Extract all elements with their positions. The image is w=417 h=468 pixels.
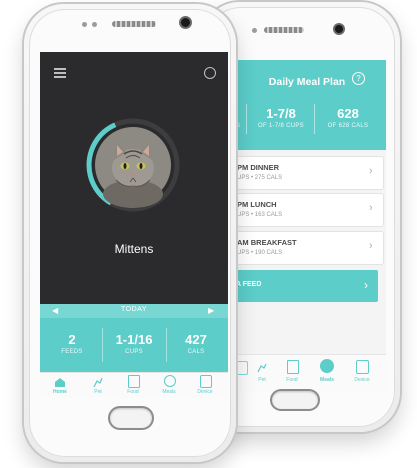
add-feed-label: A FEED xyxy=(236,281,262,288)
bottom-nav: Home Pet Food Meals Device xyxy=(40,372,228,398)
progress-ring xyxy=(86,118,180,212)
meal-card-lunch[interactable]: PM LUNCH UPS • 163 CALS › xyxy=(232,193,384,227)
pet-name: Mittens xyxy=(114,242,154,256)
header-title: Daily Meal Plan xyxy=(268,76,346,88)
nav-label: Food xyxy=(127,389,139,395)
nav-label: Device xyxy=(354,377,370,383)
sensor-dot xyxy=(252,28,257,33)
chevron-left-icon[interactable]: ◀ xyxy=(52,304,58,318)
hamburger-menu-icon[interactable] xyxy=(54,68,66,78)
date-label: TODAY xyxy=(121,306,147,313)
circle-settings-icon[interactable] xyxy=(204,67,216,79)
meals-icon[interactable] xyxy=(164,375,176,387)
front-phone-screen: Mittens ◀ TODAY ▶ 2 FEEDS 1-1/16 CUPS 42… xyxy=(40,52,228,398)
meal-subtitle: UPS • 275 CALS xyxy=(237,175,283,181)
stat-value-cals: 628 xyxy=(337,106,359,121)
stat-value-cups: 1-1/16 xyxy=(115,332,153,347)
stat-label-cups: OF 1-7/8 CUPS xyxy=(258,123,304,129)
meals-icon[interactable] xyxy=(320,359,334,373)
stats-row: S 1-7/8 OF 1-7/8 CUPS 628 OF 628 CALS xyxy=(232,102,386,150)
meal-card-breakfast[interactable]: AM BREAKFAST UPS • 190 CALS › xyxy=(232,231,384,265)
chevron-right-icon: › xyxy=(364,278,368,292)
avatar[interactable] xyxy=(86,118,180,212)
meal-title: PM DINNER xyxy=(237,163,280,172)
home-icon[interactable] xyxy=(234,361,248,375)
sensor-dot xyxy=(92,22,97,27)
nav-label: Meals xyxy=(320,377,334,383)
home-button[interactable] xyxy=(272,391,318,409)
chevron-right-icon: › xyxy=(369,165,373,177)
meal-subtitle: UPS • 190 CALS xyxy=(237,250,283,256)
bottom-nav: Pet Food Meals Device xyxy=(232,354,386,392)
stat-divider xyxy=(246,104,247,134)
nav-label: Home xyxy=(53,389,67,395)
stat-divider xyxy=(166,328,167,362)
pet-icon[interactable] xyxy=(92,375,104,388)
back-phone-screen: Daily Meal Plan ? S 1-7/8 OF 1-7/8 CUPS … xyxy=(232,60,386,392)
question-circle-icon[interactable]: ? xyxy=(352,72,365,85)
meal-title: PM LUNCH xyxy=(237,200,277,209)
front-phone: Mittens ◀ TODAY ▶ 2 FEEDS 1-1/16 CUPS 42… xyxy=(24,4,236,462)
front-camera xyxy=(335,25,343,33)
stat-value-cups: 1-7/8 xyxy=(266,106,296,121)
meal-card-dinner[interactable]: PM DINNER UPS • 275 CALS › xyxy=(232,156,384,190)
nav-label: Pet xyxy=(258,377,266,383)
nav-label: Meals xyxy=(162,389,176,395)
chevron-right-icon: › xyxy=(369,240,373,252)
earpiece-speaker xyxy=(264,27,304,33)
meal-title: AM BREAKFAST xyxy=(237,238,297,247)
earpiece-speaker xyxy=(112,21,156,27)
pet-icon[interactable] xyxy=(256,361,268,373)
food-bag-icon[interactable] xyxy=(287,360,299,374)
stat-divider xyxy=(102,328,103,362)
home-icon[interactable] xyxy=(54,375,66,387)
meal-subtitle: UPS • 163 CALS xyxy=(237,212,283,218)
nav-label: Device xyxy=(197,389,213,395)
chevron-right-icon[interactable]: ▶ xyxy=(208,304,214,318)
device-icon[interactable] xyxy=(356,360,369,374)
food-bag-icon[interactable] xyxy=(128,375,140,388)
add-feed-button[interactable]: A FEED › xyxy=(232,270,378,302)
stat-label-feeds: FEEDS xyxy=(61,349,83,355)
stat-label-cups: CUPS xyxy=(125,349,143,355)
stat-divider xyxy=(314,104,315,134)
nav-label: Food xyxy=(286,377,298,383)
stat-value-feeds: 2 xyxy=(68,332,76,347)
stat-label-cals: CALS xyxy=(187,349,205,355)
front-camera xyxy=(181,18,190,27)
sensor-dot xyxy=(82,22,87,27)
home-button[interactable] xyxy=(110,408,152,428)
chevron-right-icon: › xyxy=(369,202,373,214)
nav-label: Pet xyxy=(94,389,102,395)
device-icon[interactable] xyxy=(200,375,212,388)
stat-value-cals: 427 xyxy=(185,332,207,347)
stat-label-cals: OF 628 CALS xyxy=(327,123,369,129)
